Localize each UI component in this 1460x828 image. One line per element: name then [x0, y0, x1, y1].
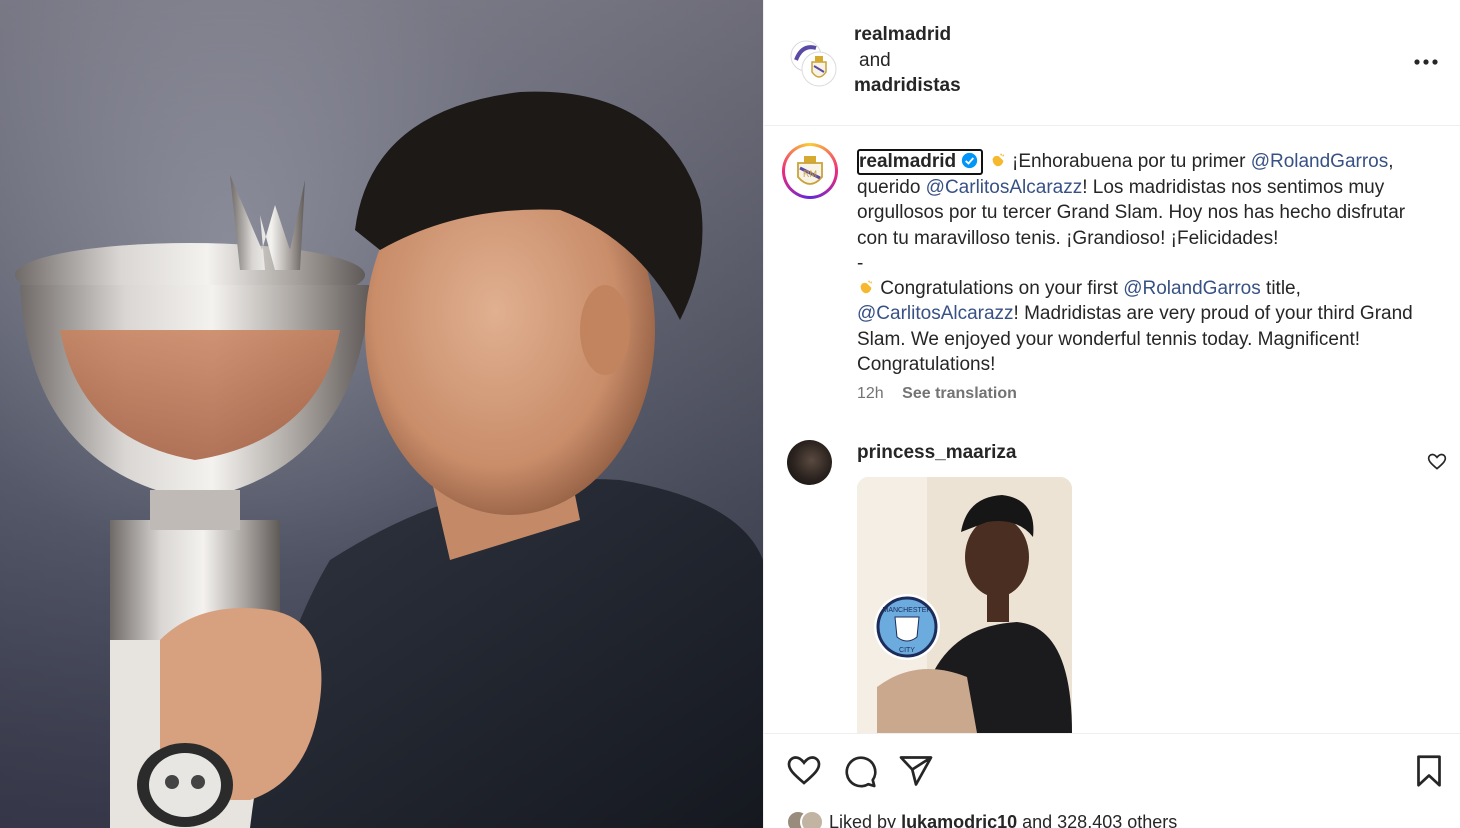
svg-text:RM: RM — [803, 169, 817, 179]
more-options-icon[interactable] — [1411, 52, 1441, 72]
caption-username-box[interactable]: realmadrid — [857, 149, 984, 175]
mention-carlitosalcarazz[interactable]: @CarlitosAlcarazz — [926, 177, 1083, 198]
liker-username[interactable]: lukamodric10 — [901, 812, 1017, 828]
caption-separator: - — [857, 252, 864, 274]
collab-conjunction: and — [859, 49, 891, 71]
comment-username[interactable]: princess_maariza — [857, 442, 1017, 464]
mention-rolandgarros-2[interactable]: @RolandGarros — [1123, 278, 1261, 299]
caption-en-part1-end: title, — [1260, 278, 1301, 300]
instagram-post-modal: realmadrid and madridistas RM realmadrid… — [0, 0, 1460, 828]
caption-en-part1: Congratulations on your first — [880, 278, 1124, 300]
caption-meta: 12h See translation — [857, 385, 1017, 403]
likes-suffix[interactable]: and 328,403 others — [1017, 812, 1177, 828]
svg-text:MANCHESTER: MANCHESTER — [882, 607, 931, 614]
like-heart-icon[interactable] — [786, 753, 822, 789]
caption-username[interactable]: realmadrid — [859, 151, 956, 172]
save-bookmark-icon[interactable] — [1411, 753, 1447, 789]
collab-names: realmadrid and madridistas — [854, 22, 961, 99]
likes-prefix: Liked by — [829, 812, 902, 828]
comment-like-heart-icon[interactable] — [1427, 452, 1447, 472]
see-translation-link[interactable]: See translation — [902, 385, 1017, 402]
clapping-hands-emoji-icon-2 — [860, 280, 873, 294]
comment-avatar[interactable] — [787, 440, 832, 485]
caption-text: realmadrid ¡Enhorabuena por tu primer @R… — [857, 149, 1437, 377]
post-time[interactable]: 12h — [857, 385, 884, 402]
caption-es-part1-end: , — [1388, 151, 1394, 172]
mention-rolandgarros[interactable]: @RolandGarros — [1251, 151, 1389, 172]
post-photo[interactable] — [0, 0, 763, 828]
comment-image[interactable]: MANCHESTER CITY — [857, 477, 1072, 733]
caption-es-part1: ¡Enhorabuena por tu primer — [1012, 151, 1251, 172]
likes-summary[interactable]: Liked by lukamodric10 and 328,403 others — [786, 810, 1177, 828]
caption-avatar[interactable]: RM — [782, 143, 838, 199]
post-actions-bar: Liked by lukamodric10 and 328,403 others — [764, 733, 1460, 828]
collab-user-2[interactable]: madridistas — [854, 73, 961, 99]
post-header: realmadrid and madridistas — [764, 0, 1460, 126]
verified-badge-icon — [962, 152, 978, 169]
collab-user-1[interactable]: realmadrid — [854, 22, 961, 48]
share-send-icon[interactable] — [898, 753, 934, 789]
svg-text:CITY: CITY — [899, 647, 915, 654]
caption-es-part2: querido — [857, 177, 926, 198]
post-details-panel: realmadrid and madridistas RM realmadrid… — [763, 0, 1460, 828]
clapping-hands-emoji-icon — [992, 153, 1004, 167]
collab-avatar[interactable] — [788, 38, 838, 88]
comment-bubble-icon[interactable] — [842, 753, 878, 789]
mention-carlitosalcarazz-2[interactable]: @CarlitosAlcarazz — [857, 303, 1014, 324]
liker-avatar — [800, 810, 824, 828]
